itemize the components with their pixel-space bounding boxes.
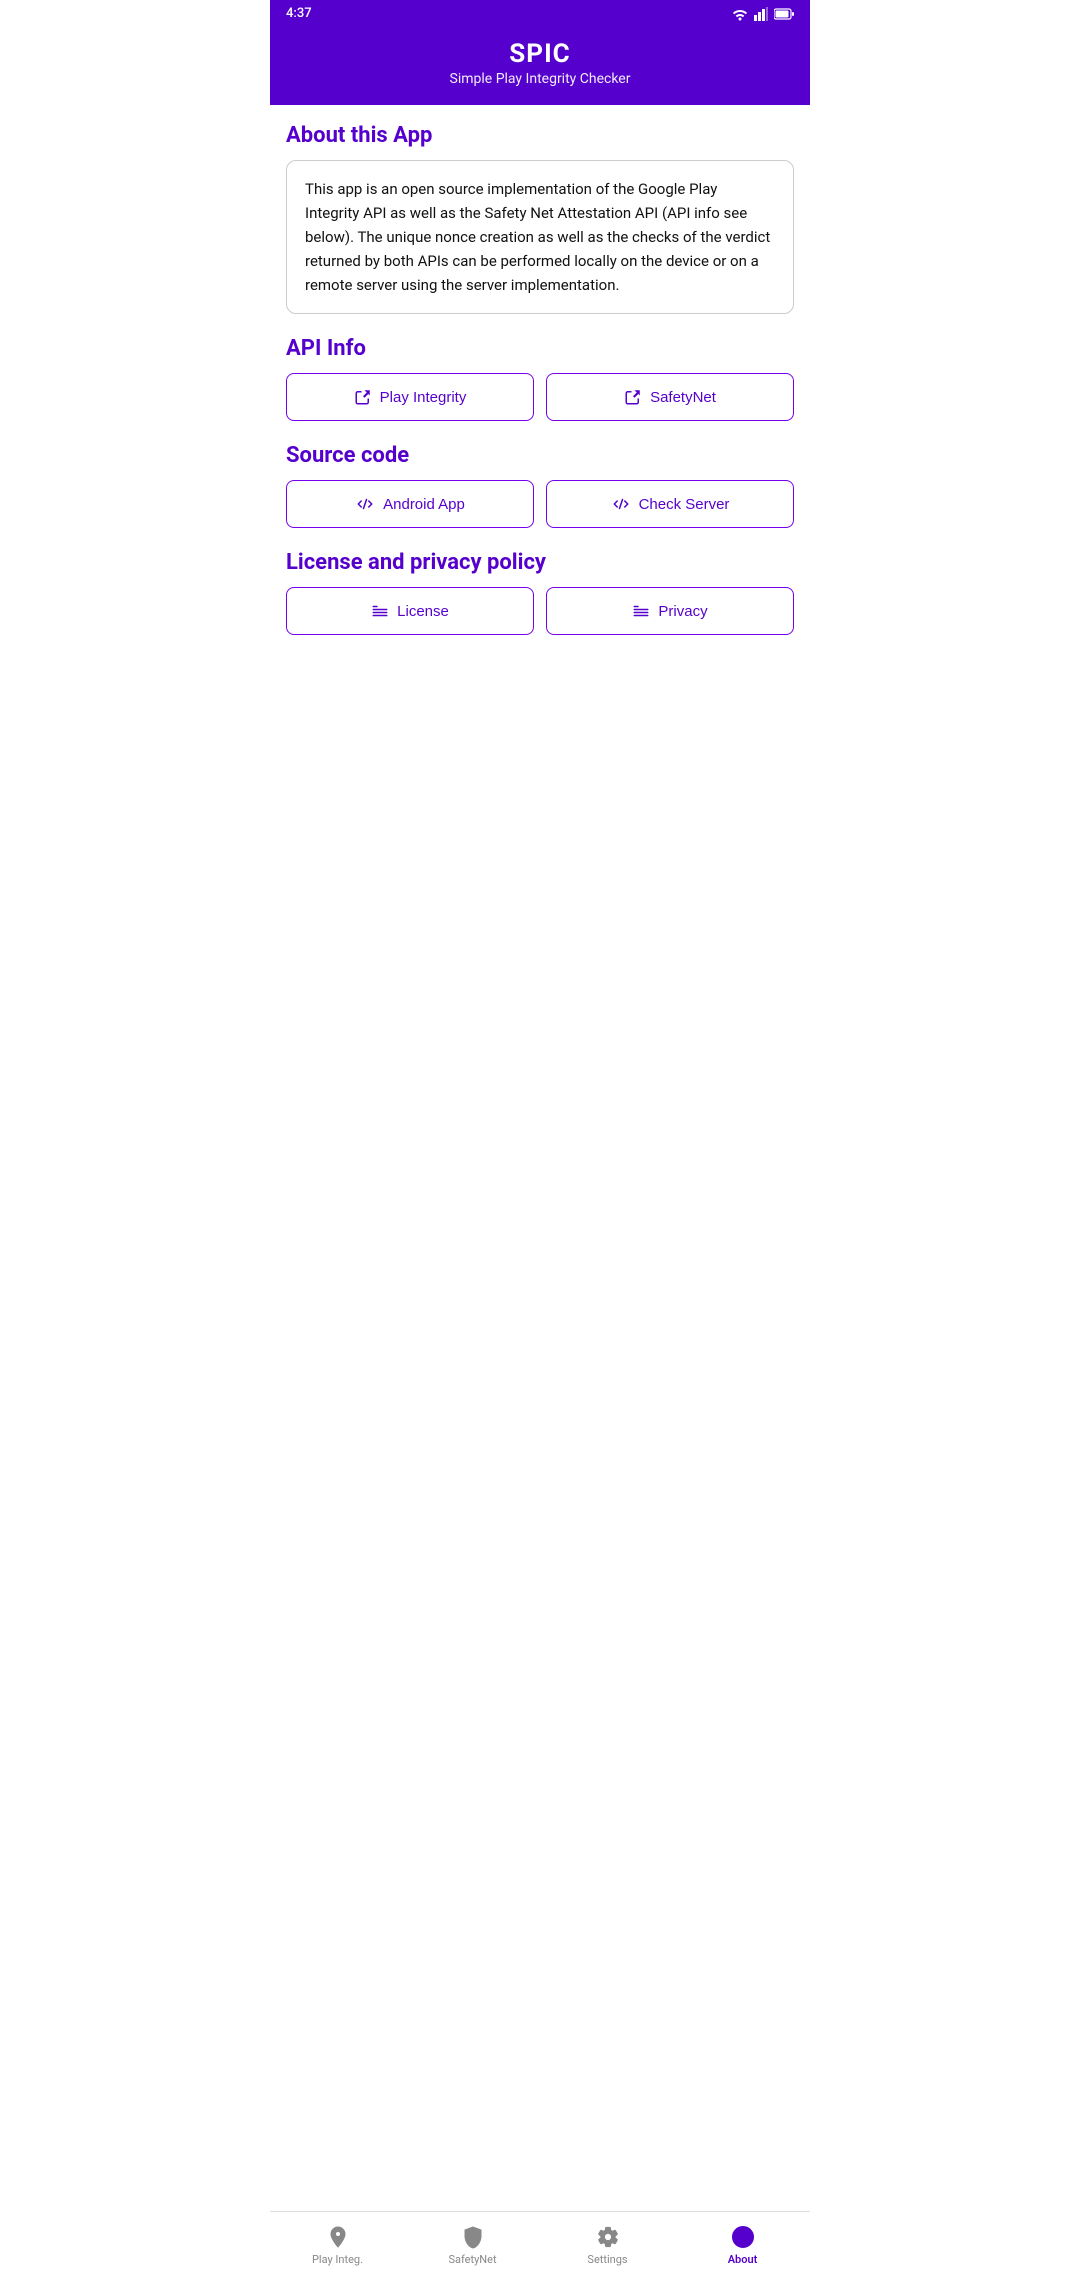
license-label: License [397,603,449,620]
app-title: SPIC [286,39,794,69]
about-nav-icon [730,2224,756,2250]
wifi-icon [732,7,748,21]
license-privacy-buttons: License Privacy [286,587,794,635]
nav-settings-label: Settings [587,2253,627,2266]
android-app-label: Android App [383,496,465,513]
check-server-label: Check Server [639,496,730,513]
signal-icon [754,7,768,21]
android-app-button[interactable]: Android App [286,480,534,528]
privacy-button[interactable]: Privacy [546,587,794,635]
list-icon-2 [632,602,650,620]
about-section-title: About this App [286,123,794,148]
safetynet-api-label: SafetyNet [650,389,716,406]
settings-nav-icon [595,2224,621,2250]
external-link-icon [354,388,372,406]
check-server-button[interactable]: Check Server [546,480,794,528]
privacy-label: Privacy [658,603,707,620]
status-time: 4:37 [286,6,312,21]
nav-about[interactable]: About [675,2220,810,2270]
about-description: This app is an open source implementatio… [286,160,794,314]
safetynet-nav-icon [460,2224,486,2250]
nav-safetynet-label: SafetyNet [448,2253,496,2266]
play-integrity-api-button[interactable]: Play Integrity [286,373,534,421]
status-bar: 4:37 [270,0,810,27]
api-info-buttons: Play Integrity SafetyNet [286,373,794,421]
bottom-nav: Play Integ. SafetyNet Settings About [270,2211,810,2280]
nav-play-integrity-label: Play Integ. [312,2253,363,2266]
code-icon [355,495,375,513]
play-integrity-nav-icon [325,2224,351,2250]
safetynet-api-button[interactable]: SafetyNet [546,373,794,421]
source-code-buttons: Android App Check Server [286,480,794,528]
list-icon [371,602,389,620]
nav-settings[interactable]: Settings [540,2220,675,2270]
app-header: SPIC Simple Play Integrity Checker [270,27,810,105]
license-privacy-title: License and privacy policy [286,550,794,575]
api-info-title: API Info [286,336,794,361]
status-icons [732,7,794,21]
source-code-title: Source code [286,443,794,468]
battery-icon [774,8,794,20]
main-content: About this App This app is an open sourc… [270,105,810,2211]
license-button[interactable]: License [286,587,534,635]
code-icon-2 [611,495,631,513]
nav-play-integrity[interactable]: Play Integ. [270,2220,405,2270]
play-integrity-api-label: Play Integrity [380,389,467,406]
app-subtitle: Simple Play Integrity Checker [286,71,794,87]
nav-about-label: About [728,2253,758,2266]
nav-safetynet[interactable]: SafetyNet [405,2220,540,2270]
external-link-icon-2 [624,388,642,406]
